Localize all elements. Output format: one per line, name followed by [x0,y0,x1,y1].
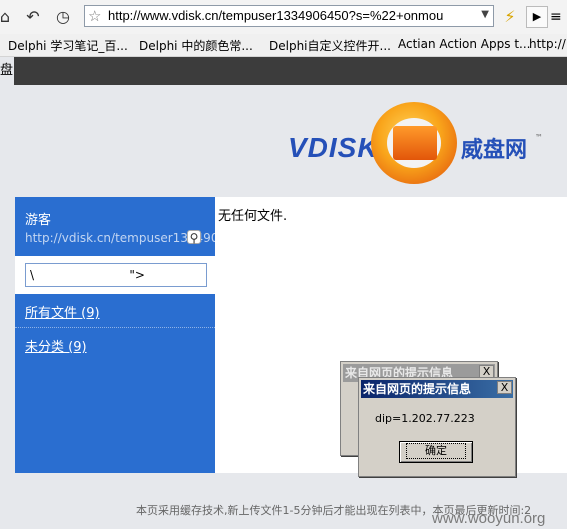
history-icon[interactable]: ◷ [52,6,74,28]
tab-strip: 盘 [0,57,567,85]
play-icon[interactable]: ▶ [526,6,548,28]
tab-active[interactable]: 盘 [0,57,14,85]
lightning-icon[interactable]: ⚡ [499,6,521,28]
dialog-message: dip=1.202.77.223 [375,412,475,425]
menu-icon[interactable]: ≡ [550,6,562,28]
magnifier-icon[interactable]: ⚲ [187,230,201,245]
address-bar[interactable]: ☆ http://www.vdisk.cn/tempuser1334906450… [84,5,494,27]
sidebar: 游客 http://vdisk.cn/tempuser1334906450 ⚲ … [15,197,215,473]
bookmarks-bar: Delphi 学习笔记_百... Delphi 中的颜色常... Delphi自… [0,34,567,57]
star-icon[interactable]: ☆ [88,7,101,25]
chevron-down-icon[interactable]: ▼ [481,9,489,20]
alert-dialog: 来自网页的提示信息 X dip=1.202.77.223 确定 [358,377,516,477]
bookmark-item[interactable]: Actian Action Apps t... [398,37,530,51]
dialog-title: 来自网页的提示信息 [361,380,513,398]
logo-text: VDISK [288,132,379,163]
address-url[interactable]: http://www.vdisk.cn/tempuser1334906450?s… [108,8,468,24]
site-logo[interactable]: VDISK 威盘网 ™ [288,100,558,190]
bookmark-item[interactable]: Delphi 学习笔记_百... [8,37,128,54]
folder-logo-icon [371,102,457,184]
divider [15,327,215,328]
sidebar-item-all-files[interactable]: 所有文件 (9) [25,302,100,321]
bookmark-item[interactable]: Delphi自定义控件开... [269,37,391,54]
close-icon[interactable]: X [497,381,512,394]
ok-button[interactable]: 确定 [399,441,473,463]
search-area [15,256,215,294]
browser-toolbar: ⌂ ↶ ◷ ☆ http://www.vdisk.cn/tempuser1334… [0,0,567,35]
empty-message: 无任何文件. [218,209,288,224]
bookmark-item[interactable]: http:// [529,37,566,51]
logo-cn-text: 威盘网 [461,138,528,163]
search-input[interactable] [25,263,207,287]
sidebar-item-uncategorized[interactable]: 未分类 (9) [25,336,87,355]
username: 游客 [25,213,52,228]
ok-button-label: 确定 [406,443,466,459]
home-icon[interactable]: ⌂ [0,6,16,28]
bookmark-item[interactable]: Delphi 中的颜色常... [139,37,253,54]
watermark: www.wooyun.org [432,510,546,527]
trademark: ™ [535,133,543,142]
back-icon[interactable]: ↶ [22,6,44,28]
